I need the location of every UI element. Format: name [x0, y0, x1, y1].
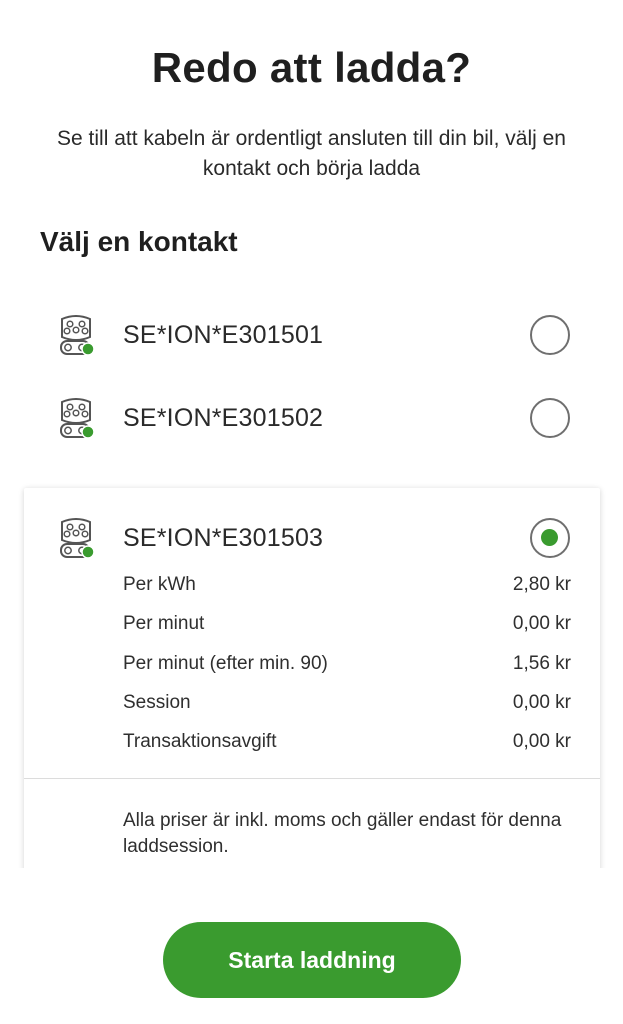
connector-radio-3[interactable] — [530, 518, 570, 558]
price-label: Per minut (efter min. 90) — [123, 652, 328, 674]
price-value: 2,80 kr — [512, 574, 571, 595]
price-value: 0,00 kr — [512, 731, 571, 753]
ccs-connector-icon — [60, 518, 95, 559]
page-title: Redo att ladda? — [151, 44, 472, 91]
price-row: Transaktionsavgift 0,00 kr — [123, 731, 571, 770]
page-subtitle: Se till att kabeln är ordentligt anslute… — [57, 127, 566, 180]
section-title: Välj en kontakt — [40, 226, 238, 257]
price-value: 0,00 kr — [512, 613, 571, 635]
connector-option-1[interactable]: SE*ION*E301501 — [40, 313, 583, 357]
connector-radio-1[interactable] — [530, 315, 570, 355]
connector-id: SE*ION*E301501 — [123, 320, 324, 349]
price-label: Session — [123, 691, 191, 713]
status-dot — [81, 545, 95, 559]
ccs-connector-icon — [60, 315, 95, 356]
selected-connector-card: SE*ION*E301503 Per kWh 2,80 kr Per minut… — [24, 488, 600, 908]
price-list: Per kWh 2,80 kr Per minut 0,00 kr Per mi… — [123, 574, 571, 770]
connector-option-3[interactable]: SE*ION*E301503 — [40, 516, 583, 560]
price-row: Per kWh 2,80 kr — [123, 574, 571, 613]
card-divider — [24, 778, 600, 779]
status-dot — [81, 425, 95, 439]
price-row: Session 0,00 kr — [123, 692, 571, 731]
connector-option-2[interactable]: SE*ION*E301502 — [40, 396, 583, 440]
price-row: Per minut 0,00 kr — [123, 613, 571, 652]
status-dot — [81, 342, 95, 356]
price-note: Alla priser är inkl. moms och gäller end… — [123, 810, 562, 857]
price-row: Per minut (efter min. 90) 1,56 kr — [123, 653, 571, 692]
price-label: Per kWh — [123, 574, 196, 595]
radio-selected-dot — [541, 529, 558, 546]
price-label: Transaktionsavgift — [123, 731, 277, 753]
connector-id: SE*ION*E301502 — [123, 403, 324, 432]
price-value: 1,56 kr — [512, 652, 571, 674]
price-label: Per minut — [123, 613, 205, 635]
connector-id: SE*ION*E301503 — [123, 523, 324, 552]
connector-radio-2[interactable] — [530, 398, 570, 438]
start-charging-button[interactable]: Starta laddning — [163, 922, 461, 998]
price-value: 0,00 kr — [512, 691, 571, 713]
ccs-connector-icon — [60, 398, 95, 439]
